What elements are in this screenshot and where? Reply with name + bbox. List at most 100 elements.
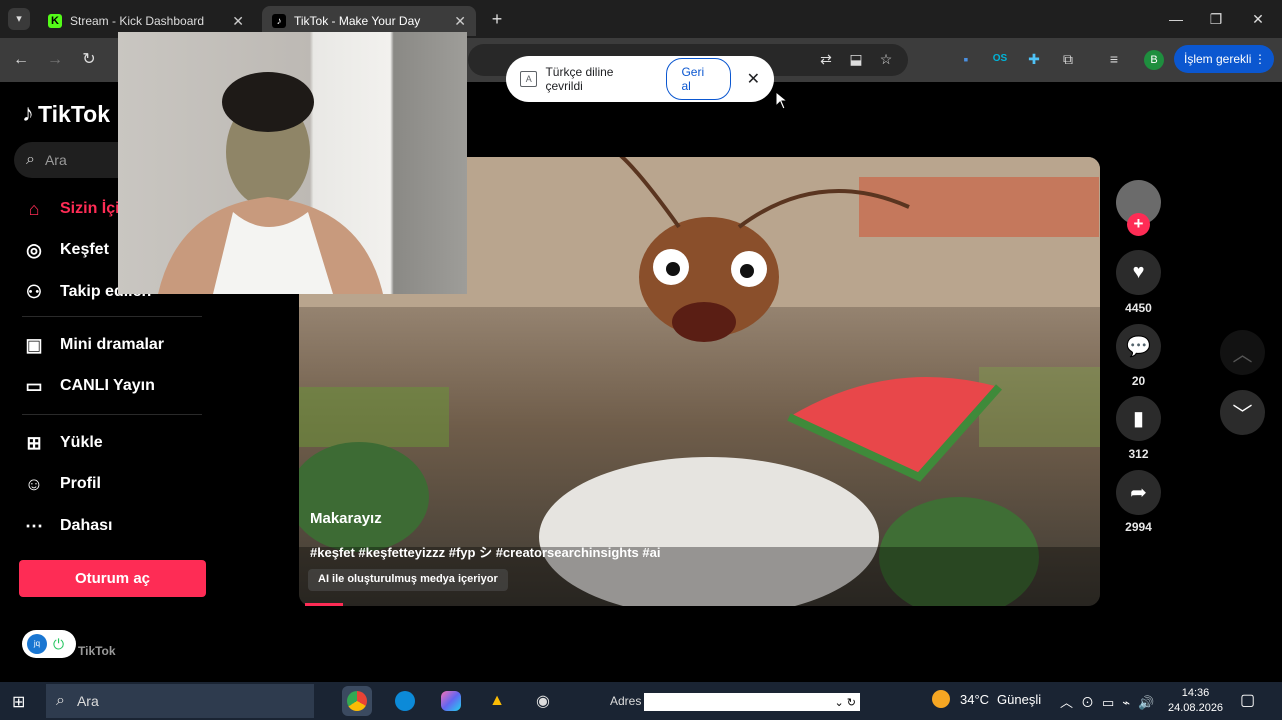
nav-label: Profil xyxy=(60,475,101,492)
previous-video-button[interactable]: ︿ xyxy=(1220,330,1265,375)
sidebar-item-explore[interactable]: ◎ Keşfet xyxy=(22,236,109,264)
tab-search-button[interactable]: ▾ xyxy=(8,8,30,30)
power-icon: ⏻ xyxy=(53,635,65,652)
close-tab-icon[interactable]: ✕ xyxy=(232,13,244,30)
dropdown-icon: ⌄ ↻ xyxy=(834,696,857,709)
comment-button[interactable]: 💬 xyxy=(1116,324,1161,369)
puzzle-extension-icon[interactable]: ✚ xyxy=(1024,49,1044,69)
drama-icon: ▣ xyxy=(25,334,43,355)
divider xyxy=(22,414,202,415)
hair xyxy=(222,72,314,132)
sidebar-item-more[interactable]: ⋯ Dahası xyxy=(22,512,112,540)
close-tab-icon[interactable]: ✕ xyxy=(454,13,466,30)
search-icon: ⌕ xyxy=(56,692,65,709)
sidebar-item-for-you[interactable]: ⌂ Sizin İçin xyxy=(22,195,130,223)
undo-translate-button[interactable]: Geri al xyxy=(666,58,731,100)
search-icon: ⌕ xyxy=(26,151,35,168)
new-tab-button[interactable]: + xyxy=(486,8,508,30)
obs-taskbar-icon[interactable]: ◉ xyxy=(528,686,558,716)
nav-label: Mini dramalar xyxy=(60,336,165,353)
tab-title: TikTok - Make Your Day xyxy=(294,14,421,28)
video-progress-bar[interactable] xyxy=(305,603,343,606)
sidebar-item-upload[interactable]: ⊞ Yükle xyxy=(22,429,103,457)
mouse-cursor xyxy=(776,92,788,110)
sidebar-item-mini-dramas[interactable]: ▣ Mini dramalar xyxy=(22,331,164,359)
weather-widget[interactable]: 34°C Güneşli xyxy=(932,690,1041,708)
os-extension-icon[interactable]: OS xyxy=(990,49,1010,69)
cockroach-pupil xyxy=(740,264,754,278)
nav-label: CANLI Yayın xyxy=(60,377,155,394)
chrome-icon xyxy=(347,691,367,711)
media-controls-icon[interactable]: ≡ xyxy=(1104,49,1124,69)
comment-count: 20 xyxy=(1131,374,1146,388)
search-placeholder: Ara xyxy=(44,152,67,168)
clock-date: 24.08.2026 xyxy=(1168,702,1224,714)
widget-icon: jq xyxy=(27,634,47,654)
kick-icon: K xyxy=(48,14,62,28)
chrome-taskbar-icon[interactable] xyxy=(342,686,372,716)
extensions-menu-icon[interactable]: ⧉ xyxy=(1058,49,1078,69)
cockroach-pupil xyxy=(666,262,680,276)
notification-icon[interactable]: ▢ xyxy=(1240,690,1255,710)
windows-start-icon[interactable]: ⊞ xyxy=(12,692,25,712)
reload-button[interactable]: ↻ xyxy=(76,48,102,72)
share-count: 2994 xyxy=(1125,520,1152,534)
footer-text: TikTok xyxy=(78,644,116,658)
restore-button[interactable]: ❐ xyxy=(1196,6,1236,32)
webcam-overlay xyxy=(118,32,467,294)
copilot-icon xyxy=(441,691,461,711)
nav-label: Yükle xyxy=(60,434,103,451)
profile-avatar[interactable]: B xyxy=(1144,50,1164,70)
share-button[interactable]: ➦ xyxy=(1116,470,1161,515)
translate-popup: A Türkçe diline çevrildi Geri al ✕ xyxy=(506,56,774,102)
extension-icon[interactable]: ▪ xyxy=(956,49,976,69)
tab-title: Stream - Kick Dashboard xyxy=(70,14,205,28)
following-icon: ⚇ xyxy=(25,281,43,302)
close-window-button[interactable]: ✕ xyxy=(1238,6,1278,32)
system-tray-icons[interactable]: ︿⊙▭⌁🔊 xyxy=(1060,692,1162,711)
bookmark-icon: ▮ xyxy=(1132,408,1144,430)
edge-taskbar-icon[interactable] xyxy=(390,686,420,716)
close-icon[interactable]: ✕ xyxy=(747,69,760,89)
chevron-down-icon: ﹀ xyxy=(1232,404,1253,426)
cockroach-mouth xyxy=(672,302,736,342)
install-app-icon[interactable]: ⬓ xyxy=(846,49,866,69)
action-required-label: İşlem gerekli xyxy=(1184,52,1252,66)
nav-label: Keşfet xyxy=(60,241,109,258)
taskbar-clock[interactable]: 14:36 24.08.2026 xyxy=(1168,686,1223,716)
watermelon xyxy=(299,442,429,552)
market-awning xyxy=(859,177,1099,237)
more-vert-icon: ⋮ xyxy=(1254,52,1266,66)
compass-icon: ◎ xyxy=(26,239,42,260)
next-video-button[interactable]: ﹀ xyxy=(1220,390,1265,435)
translate-message: Türkçe diline çevrildi xyxy=(545,65,614,93)
action-required-button[interactable]: İşlem gerekli ⋮ xyxy=(1174,45,1274,73)
sidebar-item-live[interactable]: ▭ CANLI Yayın xyxy=(22,372,155,400)
login-button[interactable]: Oturum aç xyxy=(19,560,206,597)
tiktok-logo[interactable]: ♪ TikTok xyxy=(22,100,110,128)
nav-label: Dahası xyxy=(60,517,113,534)
minimize-button[interactable]: — xyxy=(1156,6,1196,32)
floating-widget[interactable]: jq ⏻ xyxy=(22,630,76,658)
video-username[interactable]: Makarayız xyxy=(310,510,382,527)
copilot-taskbar-icon[interactable] xyxy=(436,686,466,716)
forward-button[interactable]: → xyxy=(42,48,68,72)
tiktok-icon: ♪ xyxy=(272,14,286,28)
live-icon: ▭ xyxy=(25,375,43,396)
vegetable-stall xyxy=(299,387,449,447)
ai-content-label: AI ile oluşturulmuş medya içeriyor xyxy=(308,569,508,591)
follow-plus-icon[interactable]: + xyxy=(1127,213,1150,236)
bookmark-star-icon[interactable]: ☆ xyxy=(876,49,896,69)
drive-taskbar-icon[interactable]: ▲ xyxy=(482,686,512,716)
translate-icon[interactable]: ⇄ xyxy=(816,49,836,69)
drive-icon: ▲ xyxy=(489,692,505,709)
weather-condition: Güneşli xyxy=(997,691,1042,707)
taskbar-search[interactable]: ⌕ Ara xyxy=(46,684,314,718)
taskbar-search-placeholder: Ara xyxy=(76,693,99,709)
address-toolbar-input[interactable]: ⌄ ↻ xyxy=(644,693,860,711)
like-button[interactable]: ♥ xyxy=(1116,250,1161,295)
back-button[interactable]: ← xyxy=(8,48,34,72)
save-button[interactable]: ▮ xyxy=(1116,396,1161,441)
sidebar-item-profile[interactable]: ☺ Profil xyxy=(22,470,101,498)
video-hashtags[interactable]: #keşfet #keşfetteyizzz #fyp シ #creatorse… xyxy=(310,542,660,561)
